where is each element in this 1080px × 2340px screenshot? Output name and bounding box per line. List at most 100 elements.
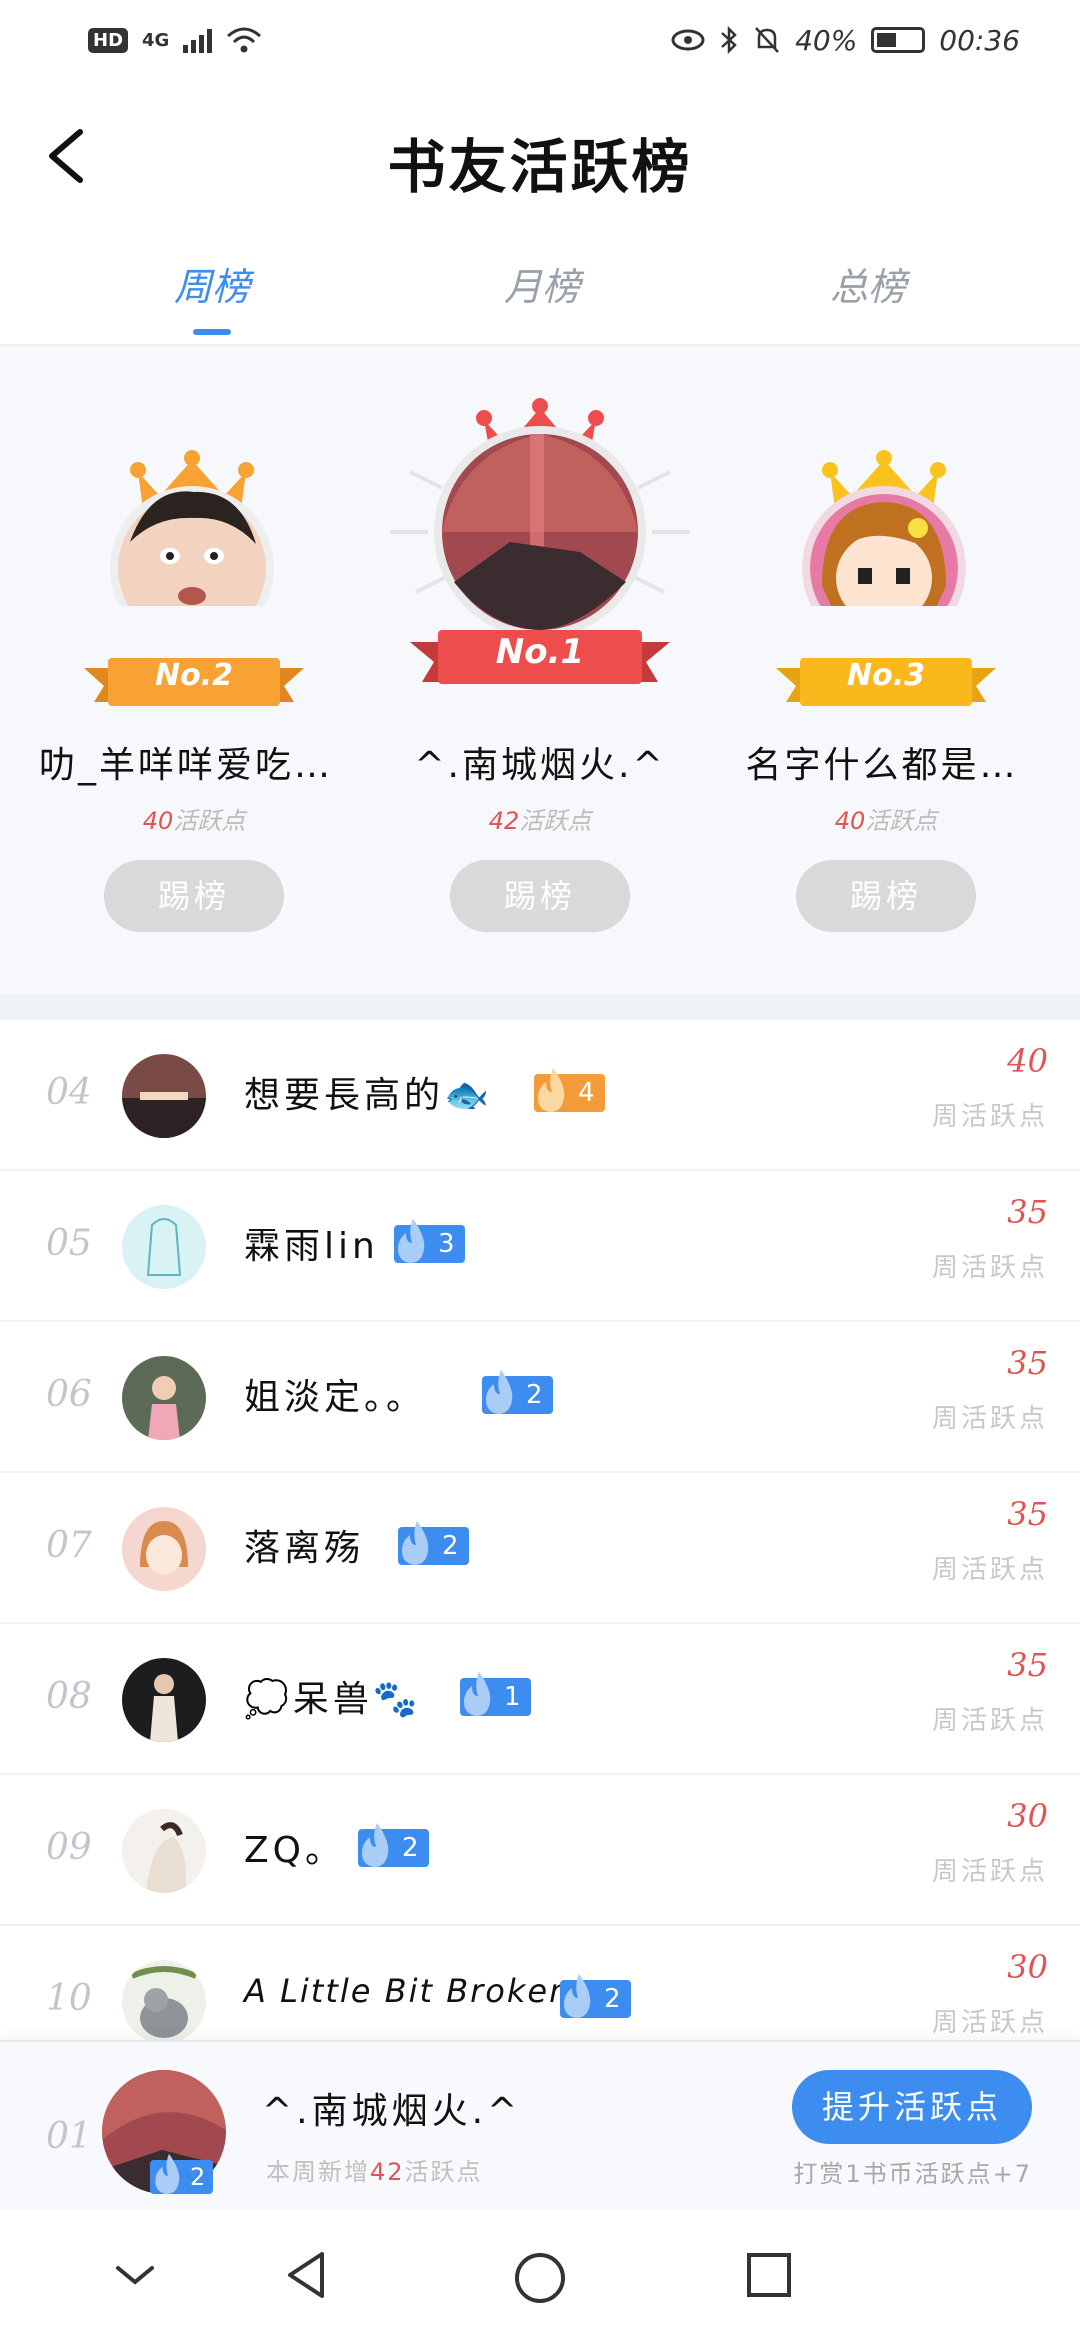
boost-activity-button[interactable]: 提升活跃点 (792, 2070, 1032, 2144)
battery-icon (871, 27, 926, 53)
tab-weekly[interactable]: 周榜 (142, 256, 282, 335)
rank-number: 04 (46, 1072, 92, 1113)
level-value: 2 (526, 1380, 543, 1410)
user-name: ZQ。 (244, 1830, 345, 1871)
no3-name[interactable]: 名字什么都是… (722, 736, 1042, 788)
my-gain-suffix: 活跃点 (404, 2158, 483, 2186)
no1-kick-button[interactable]: 踢榜 (450, 860, 630, 932)
clock: 00:36 (939, 23, 1020, 57)
level-badge: 2 (358, 1823, 429, 1867)
level-value: 2 (604, 1984, 621, 2014)
no2-points-suffix: 活跃点 (173, 807, 246, 835)
no2-points: 40活跃点 (74, 801, 314, 836)
no2-badge: No.2 (155, 658, 233, 693)
user-name: 💭呆兽🐾 (244, 1679, 422, 1720)
tab-monthly[interactable]: 月榜 (472, 256, 612, 311)
list-item[interactable]: 09 ZQ。 2 30 周活跃点 (0, 1775, 1080, 1926)
list-item[interactable]: 04 想要長高的🐟 4 40 周活跃点 (0, 1020, 1080, 1171)
score-label: 周活跃点 (931, 1706, 1048, 1736)
flame-icon (398, 1219, 425, 1263)
avatar (122, 1507, 206, 1591)
tab-monthly-label: 月榜 (503, 265, 580, 309)
level-value: 2 (442, 1531, 459, 1561)
page-title: 书友活跃榜 (387, 133, 693, 201)
list-item[interactable]: 06 姐淡定。。 2 35 周活跃点 (0, 1322, 1080, 1473)
list-item[interactable]: 08 💭呆兽🐾 1 35 周活跃点 (0, 1624, 1080, 1775)
avatar (122, 1960, 206, 2044)
no2-avatar[interactable] (90, 446, 300, 606)
user-name: 想要長高的🐟 (244, 1075, 493, 1116)
hd-icon: HD (88, 27, 129, 53)
score-value: 30 (1007, 1948, 1048, 1986)
no1-name[interactable]: ^.南城烟火.^ (380, 736, 700, 788)
no1-points-value: 42 (488, 807, 520, 835)
avatar (122, 1356, 206, 1440)
mute-bell-icon (755, 27, 779, 53)
score-label: 周活跃点 (931, 1857, 1048, 1887)
list-item[interactable]: 05 霖雨lin 3 35 周活跃点 (0, 1171, 1080, 1322)
no3-kick-button[interactable]: 踢榜 (796, 860, 976, 932)
my-weekly-gain: 本周新增42活跃点 (266, 2152, 483, 2187)
flame-icon (564, 1974, 591, 2018)
no1-badge: No.1 (495, 632, 585, 672)
rank-number: 05 (46, 1223, 92, 1264)
user-name: A Little Bit Broken (244, 1972, 572, 2010)
my-level-badge: 2 (150, 2153, 214, 2195)
score-value: 35 (1007, 1495, 1048, 1533)
my-rank-number: 01 (46, 2116, 92, 2157)
level-badge: 2 (398, 1521, 469, 1565)
no3-points-suffix: 活跃点 (865, 807, 938, 835)
rank-number: 10 (46, 1978, 92, 2019)
tab-weekly-label: 周榜 (173, 265, 250, 309)
home-circle-icon[interactable] (512, 2250, 568, 2306)
level-badge: 4 (534, 1068, 605, 1112)
no1-points: 42活跃点 (420, 801, 660, 836)
avatar (122, 1205, 206, 1289)
rank-number: 06 (46, 1374, 92, 1415)
chevron-down-icon[interactable] (110, 2250, 160, 2300)
no3-avatar[interactable] (782, 446, 992, 606)
my-gain-points: 42 (370, 2158, 405, 2186)
no3-points: 40活跃点 (766, 801, 1006, 836)
network-type: 4G (142, 29, 170, 51)
score-value: 35 (1007, 1193, 1048, 1231)
my-name: ^.南城烟火.^ (262, 2091, 522, 2132)
section-divider (0, 994, 1080, 1020)
no2-name[interactable]: 叻_羊咩咩爱吃… (26, 736, 346, 788)
flame-icon (362, 1823, 389, 1867)
score-label: 周活跃点 (931, 1404, 1048, 1434)
no2-kick-button[interactable]: 踢榜 (104, 860, 284, 932)
score-label: 周活跃点 (931, 1102, 1048, 1132)
no1-avatar[interactable] (380, 392, 700, 632)
flame-icon (486, 1370, 513, 1414)
list-item[interactable]: 07 落离殇 2 35 周活跃点 (0, 1473, 1080, 1624)
level-badge: 2 (560, 1974, 631, 2018)
score-value: 40 (1007, 1042, 1048, 1080)
recents-square-icon[interactable] (744, 2250, 794, 2300)
level-value: 4 (578, 1078, 595, 1108)
header: 书友活跃榜 (0, 80, 1080, 230)
system-nav-bar (0, 2210, 1080, 2340)
back-triangle-icon[interactable] (282, 2250, 332, 2300)
avatar (122, 1054, 206, 1138)
bluetooth-icon (721, 25, 737, 55)
avatar (122, 1809, 206, 1893)
no3-points-value: 40 (834, 807, 866, 835)
tab-indicator (193, 329, 231, 335)
score-value: 35 (1007, 1646, 1048, 1684)
rank-number: 08 (46, 1676, 92, 1717)
score-label: 周活跃点 (931, 1555, 1048, 1585)
no1-points-suffix: 活跃点 (519, 807, 592, 835)
level-value: 1 (504, 1682, 521, 1712)
reward-tip: 打赏1书币活跃点+7 (793, 2160, 1032, 2188)
level-badge: 2 (482, 1370, 553, 1414)
tab-total[interactable]: 总榜 (798, 256, 938, 311)
no2-points-value: 40 (142, 807, 174, 835)
flame-icon (155, 2153, 180, 2195)
user-name: 霖雨lin (244, 1226, 379, 1267)
eye-icon (671, 29, 705, 51)
user-name: 落离殇 (244, 1528, 365, 1569)
no3-badge: No.3 (847, 658, 925, 693)
battery-percent: 40% (795, 23, 858, 57)
score-label: 周活跃点 (931, 2008, 1048, 2038)
